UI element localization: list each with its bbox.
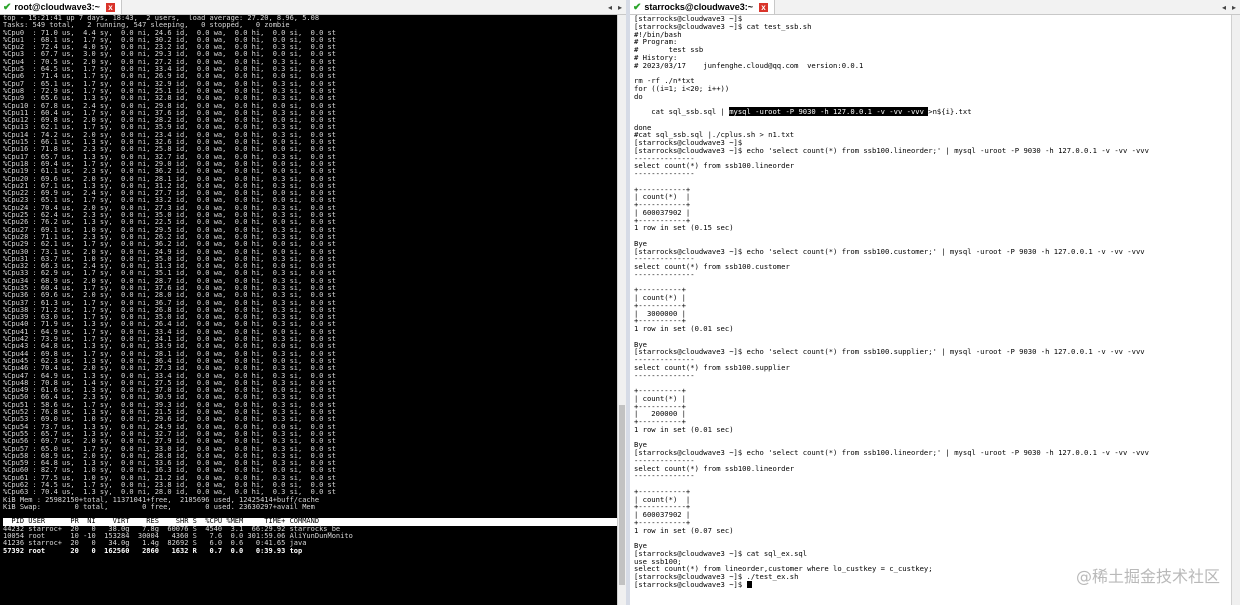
shell-line: +----------+ <box>634 401 686 411</box>
shell-line <box>634 333 1232 341</box>
shell-line: | 600037902 | <box>634 207 691 217</box>
shell-line: 1 row in set (0.15 sec) <box>634 223 734 233</box>
shell-line: [starrocks@cloudwave3 ~]$ echo 'select c… <box>634 347 1145 357</box>
shell-line <box>634 534 1232 542</box>
tab-scroll-left-icon[interactable]: ◂ <box>1222 3 1226 12</box>
scrollbar-thumb[interactable] <box>619 405 625 585</box>
close-tab-icon[interactable]: x <box>758 2 768 12</box>
left-scrollbar[interactable] <box>617 15 626 605</box>
shell-line: # 2023/03/17 junfenghe.cloud@qq.com vers… <box>634 60 864 70</box>
tab-title: root@cloudwave3:~ <box>14 2 100 12</box>
shell-line: +-----------+ <box>634 184 691 194</box>
left-terminal-pane: ✔ root@cloudwave3:~ x ◂ ▸ top - 15:21:41… <box>0 0 626 605</box>
shell-line <box>634 480 1232 488</box>
top-line: KiB Swap: 0 total, 0 free, 0 used. 23630… <box>3 502 315 511</box>
tab-scroll-left-icon[interactable]: ◂ <box>608 3 612 12</box>
shell-line: # test ssb <box>634 45 704 54</box>
shell-line <box>634 434 1232 442</box>
tab-scroll-arrows: ◂ ▸ <box>1222 0 1236 14</box>
right-tab-bar: ✔ starrocks@cloudwave3:~ x ◂ ▸ <box>630 0 1240 15</box>
tab-starrocks-cloudwave3[interactable]: ✔ starrocks@cloudwave3:~ x <box>630 0 775 14</box>
tab-title: starrocks@cloudwave3:~ <box>644 2 753 12</box>
shell-line <box>634 178 1232 186</box>
shell-line: | count(*) | <box>634 192 691 202</box>
shell-line: [starrocks@cloudwave3 ~]$ echo 'select c… <box>634 448 1149 457</box>
left-tab-bar: ✔ root@cloudwave3:~ x ◂ ▸ <box>0 0 626 15</box>
shell-line: 1 row in set (0.01 sec) <box>634 324 734 333</box>
shell-line <box>634 379 1232 387</box>
shell-line: -------------- <box>634 370 695 380</box>
tab-scroll-right-icon[interactable]: ▸ <box>618 3 622 12</box>
shell-line: do <box>634 91 643 101</box>
shell-line: 1 row in set (0.01 sec) <box>634 424 734 434</box>
shell-line: 1 row in set (0.07 sec) <box>634 525 734 535</box>
right-scrollbar[interactable] <box>1231 15 1240 605</box>
shell-line: [starrocks@cloudwave3 ~]$ echo 'select c… <box>634 246 1145 256</box>
shell-line: select count(*) from ssb100.customer <box>634 262 790 271</box>
shell-line: | 600037902 | <box>634 510 691 519</box>
shell-line: +-----------+ <box>634 200 691 209</box>
shell-line: [starrocks@cloudwave3 ~]$ echo 'select c… <box>634 145 1149 155</box>
right-terminal-pane: ✔ starrocks@cloudwave3:~ x ◂ ▸ [starrock… <box>630 0 1240 605</box>
watermark: @稀土掘金技术社区 <box>1075 567 1220 586</box>
shell-line <box>634 116 1232 124</box>
shell-line: #!/bin/bash <box>634 29 682 39</box>
close-tab-icon[interactable]: x <box>105 2 115 12</box>
shell-line: | 3000000 | <box>634 308 686 318</box>
shell-line: | count(*) | <box>634 494 691 504</box>
terminal-cursor <box>746 581 752 589</box>
shell-line: -------------- <box>634 169 695 178</box>
shell-line <box>634 232 1232 240</box>
shell-line: +----------+ <box>634 300 686 310</box>
terminal-output-top[interactable]: top - 15:21:41 up 7 days, 18:43, 2 users… <box>0 15 618 605</box>
shell-line: -------------- <box>634 471 695 481</box>
shell-line: select count(*) from ssb100.lineorder <box>634 463 795 473</box>
tab-scroll-right-icon[interactable]: ▸ <box>1232 3 1236 12</box>
terminal-output-shell[interactable]: [starrocks@cloudwave3 ~]$ [starrocks@clou… <box>630 15 1232 605</box>
shell-line: [starrocks@cloudwave3 ~]$ cat test_ssb.s… <box>634 21 812 31</box>
connected-check-icon: ✔ <box>3 1 12 13</box>
shell-line: select count(*) from ssb100.supplier <box>634 362 790 372</box>
shell-line: -------------- <box>634 269 695 279</box>
connected-check-icon: ✔ <box>633 1 642 13</box>
shell-line: | count(*) | <box>634 293 686 302</box>
shell-line: +-----------+ <box>634 486 691 496</box>
shell-line: +-----------+ <box>634 502 691 512</box>
tab-scroll-arrows: ◂ ▸ <box>608 0 622 14</box>
shell-line: select count(*) from ssb100.lineorder <box>634 161 795 171</box>
shell-line <box>634 69 1232 77</box>
shell-line: for ((i=1; i<20; i++)) <box>634 83 730 93</box>
shell-line: +----------+ <box>634 386 686 395</box>
tab-root-cloudwave3[interactable]: ✔ root@cloudwave3:~ x <box>0 0 122 14</box>
shell-line: [starrocks@cloudwave3 ~]$ cat sql_ex.sql <box>634 548 808 558</box>
shell-line: | count(*) | <box>634 393 686 403</box>
shell-line: +----------+ <box>634 285 686 295</box>
shell-line: | 200000 | <box>634 409 686 419</box>
process-row: 57392 root 20 0 162560 2860 1632 R 0.7 0… <box>3 546 303 555</box>
redirect-text: >n${i}.txt <box>928 107 972 116</box>
shell-line: # Program: <box>634 37 678 47</box>
selected-text: mysql -uroot -P 9030 -h 127.0.0.1 -v -vv… <box>729 107 929 116</box>
shell-line <box>634 279 1232 287</box>
shell-line: cat sql_ssb.sql | mysql -uroot -P 9030 -… <box>634 107 972 116</box>
